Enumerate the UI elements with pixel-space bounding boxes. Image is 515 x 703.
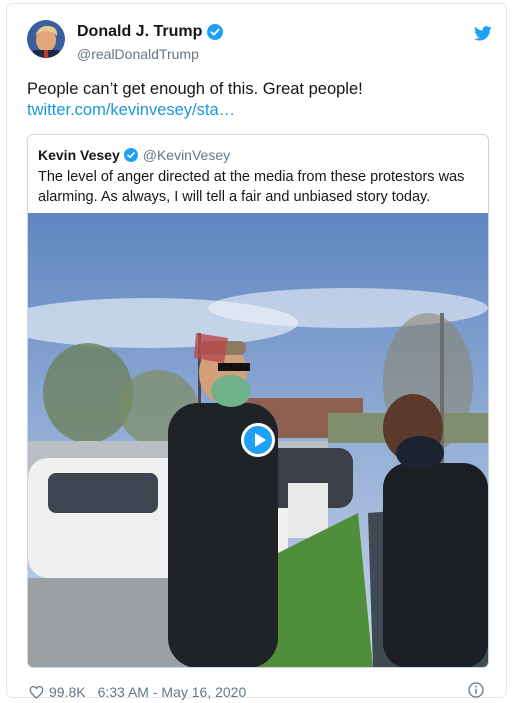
quoted-handle[interactable]: @KevinVesey	[143, 147, 230, 163]
verified-badge-icon	[123, 148, 138, 162]
like-count[interactable]: 99.8K	[49, 684, 86, 700]
tweet-link[interactable]: twitter.com/kevinvesey/sta…	[27, 100, 235, 121]
tweet-timestamp[interactable]: 6:33 AM - May 16, 2020	[98, 684, 247, 700]
twitter-bird-icon[interactable]	[474, 26, 492, 41]
author-avatar[interactable]	[27, 20, 65, 58]
verified-badge-icon	[207, 24, 224, 40]
quoted-display-name[interactable]: Kevin Vesey	[38, 147, 120, 163]
quoted-author-row[interactable]: Kevin Vesey @KevinVesey	[38, 147, 230, 163]
author-handle[interactable]: @realDonaldTrump	[77, 46, 199, 62]
tweet-text: People can’t get enough of this. Great p…	[27, 80, 363, 98]
quoted-text: The level of anger directed at the media…	[38, 169, 465, 205]
quoted-tweet[interactable]: Kevin Vesey @KevinVesey The level of ang…	[27, 134, 489, 668]
embedded-tweet-card: Donald J. Trump @realDonaldTrump People …	[6, 3, 507, 700]
heart-icon[interactable]	[29, 685, 44, 699]
author-name-row[interactable]: Donald J. Trump	[77, 23, 224, 41]
play-icon[interactable]	[241, 423, 275, 457]
video-thumbnail[interactable]	[28, 213, 488, 667]
author-display-name[interactable]: Donald J. Trump	[77, 23, 202, 41]
info-icon[interactable]	[468, 682, 484, 698]
tweet-footer: 99.8K 6:33 AM - May 16, 2020	[29, 684, 246, 700]
